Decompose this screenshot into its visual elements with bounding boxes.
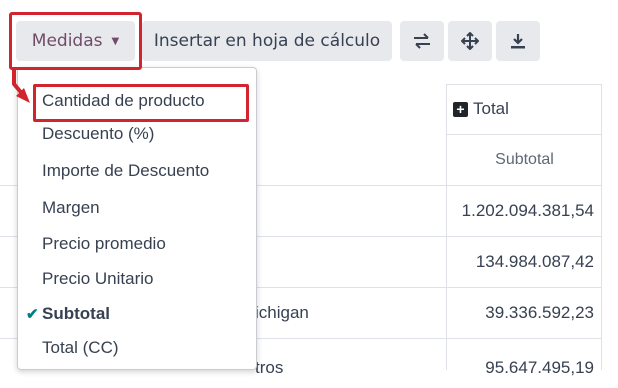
table-cell-value[interactable]: 1.202.094.381,54 <box>447 186 602 236</box>
flip-axis-icon <box>414 33 430 49</box>
menu-item-subtotal[interactable]: Subtotal <box>42 300 110 328</box>
menu-item-precio-promedio[interactable]: Precio promedio <box>42 230 166 258</box>
expand-plus-icon[interactable]: + <box>453 101 468 117</box>
insert-in-spreadsheet-button[interactable]: Insertar en hoja de cálculo <box>142 21 392 61</box>
download-button[interactable] <box>496 21 540 61</box>
table-cell-value[interactable]: 95.647.495,19 <box>447 348 602 388</box>
menu-item-total-cc[interactable]: Total (CC) <box>42 334 119 362</box>
row-header[interactable]: ichigan <box>255 288 309 338</box>
flip-axis-button[interactable] <box>400 21 444 61</box>
menu-item-precio-unitario[interactable]: Precio Unitario <box>42 265 154 293</box>
download-icon <box>511 34 525 49</box>
table-cell-value[interactable]: 39.336.592,23 <box>447 288 602 338</box>
checkmark-icon: ✔ <box>26 306 39 323</box>
menu-item-margen[interactable]: Margen <box>42 194 100 222</box>
insert-button-label: Insertar en hoja de cálculo <box>153 31 381 51</box>
header-measure[interactable]: Subtotal <box>447 134 602 185</box>
header-measure-label: Subtotal <box>495 150 554 168</box>
header-total-label: Total <box>473 99 509 118</box>
row-header[interactable]: tros <box>255 348 283 388</box>
expand-all-icon <box>461 32 479 50</box>
highlight-box-measures <box>9 12 142 70</box>
highlight-box-cantidad <box>33 84 249 122</box>
menu-item-importe-de-descuento[interactable]: Importe de Descuento <box>42 157 209 185</box>
menu-item-descuento[interactable]: Descuento (%) <box>42 120 154 148</box>
expand-all-button[interactable] <box>448 21 492 61</box>
table-cell-value[interactable]: 134.984.087,42 <box>447 237 602 287</box>
header-total[interactable]: + Total <box>447 84 602 134</box>
